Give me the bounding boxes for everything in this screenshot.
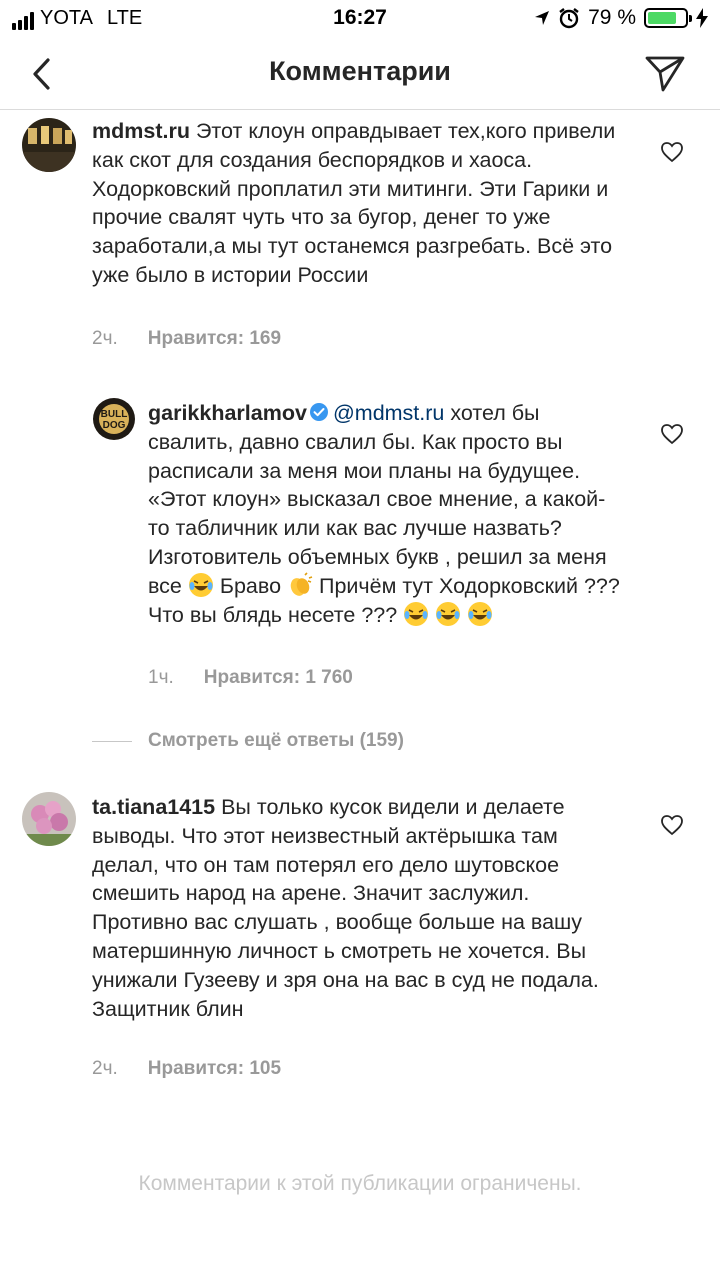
comment-mention[interactable]: @mdmst.ru	[333, 401, 444, 425]
view-more-replies-label: Смотреть ещё ответы (159)	[148, 730, 404, 751]
comments-restricted-notice: Комментарии к этой публикации ограничены…	[138, 1172, 582, 1195]
comment-time: 2ч.	[92, 328, 118, 349]
svg-text:BULL: BULL	[101, 409, 128, 420]
reply-comment: BULL DOG garikkharlamov @mdmst.ru хотел бы…	[0, 392, 720, 702]
svg-text:DOG: DOG	[103, 420, 126, 431]
comment-likes[interactable]: Нравится: 1 760	[204, 667, 353, 689]
heart-icon[interactable]	[660, 141, 684, 163]
heart-icon[interactable]	[660, 814, 684, 836]
comment: ta.tiana1415 Вы только кусок видели и де…	[0, 786, 720, 1086]
avatar[interactable]	[22, 792, 76, 846]
comment-meta: 1ч. Нравится: 1 760	[148, 667, 353, 689]
comment-time: 1ч.	[148, 667, 174, 688]
divider	[92, 740, 132, 742]
battery-fill	[648, 12, 677, 24]
comment-body: Этот клоун оправдывает тех,кого привели …	[92, 119, 616, 287]
direct-send-icon[interactable]	[644, 52, 686, 94]
battery-percent: 79 %	[588, 6, 636, 29]
comment-likes[interactable]: Нравится: 105	[148, 1058, 281, 1080]
laughing-tears-emoji-icon	[468, 601, 493, 626]
laughing-tears-emoji-icon	[436, 601, 461, 626]
location-arrow-icon	[535, 11, 550, 25]
comment-body-part1: хотел бы свалить, давно свалил бы. Как п…	[148, 401, 607, 598]
laughing-tears-emoji-icon	[188, 572, 213, 597]
comment-likes[interactable]: Нравится: 169	[148, 328, 281, 350]
comment-meta: 2ч. Нравится: 105	[92, 1058, 281, 1080]
battery-icon	[644, 8, 692, 28]
comment-body-part3: Причём тут Ходорковский ??? Что вы блядь…	[148, 573, 620, 627]
status-right: 79 %	[534, 6, 708, 30]
comment: mdmst.ru Этот клоун оправдывает тех,кого…	[0, 110, 720, 360]
status-bar: YOTA LTE 16:27 79 %	[0, 0, 720, 38]
avatar[interactable]	[22, 118, 76, 172]
laughing-tears-emoji-icon	[404, 601, 429, 626]
alarm-icon	[559, 8, 579, 29]
comment-meta: 2ч. Нравится: 169	[92, 328, 281, 350]
comment-username[interactable]: mdmst.ru	[92, 119, 190, 143]
comment-text: mdmst.ru Этот клоун оправдывает тех,кого…	[92, 117, 632, 290]
nav-bar: Комментарии	[0, 38, 720, 110]
verified-badge-icon	[309, 403, 328, 421]
charging-bolt-icon	[696, 8, 708, 28]
comment-username[interactable]: garikkharlamov	[148, 401, 307, 425]
comment-username[interactable]: ta.tiana1415	[92, 795, 215, 819]
comment-text: garikkharlamov @mdmst.ru хотел бы свалить…	[148, 399, 626, 629]
heart-icon[interactable]	[660, 423, 684, 445]
view-more-replies-button[interactable]: Смотреть ещё ответы (159)	[92, 730, 404, 752]
comment-body: Вы только кусок видели и делаете выводы.…	[92, 795, 599, 1021]
comment-text: ta.tiana1415 Вы только кусок видели и де…	[92, 793, 602, 1023]
clapping-hands-emoji-icon	[290, 572, 313, 596]
page-title: Комментарии	[269, 56, 451, 86]
avatar[interactable]: BULL DOG	[93, 398, 135, 440]
comment-time: 2ч.	[92, 1058, 118, 1079]
comment-body-part2: Браво	[219, 573, 282, 598]
